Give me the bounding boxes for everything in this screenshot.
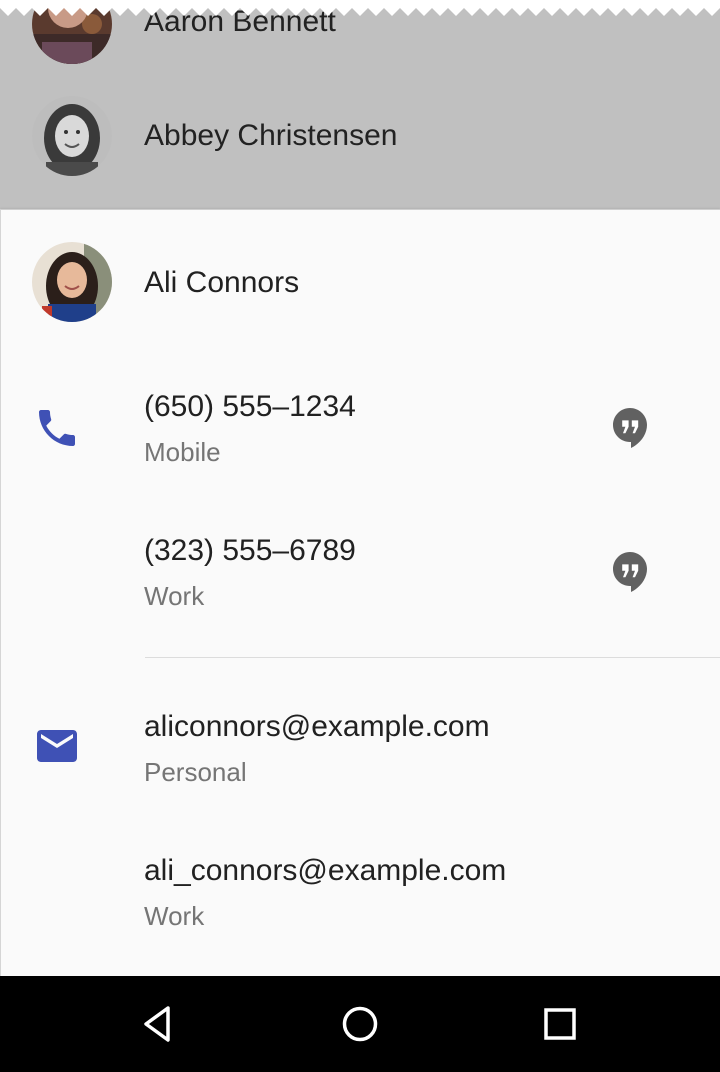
contact-list-background: Aaron Bennett Abbey Christensen bbox=[0, 0, 720, 210]
email-row[interactable]: aliconnors@example.com Personal bbox=[1, 674, 720, 818]
hangouts-icon[interactable] bbox=[607, 404, 655, 452]
email-row[interactable]: ali_connors@example.com Work bbox=[1, 818, 720, 962]
phone-icon bbox=[39, 410, 75, 446]
list-item[interactable]: Abbey Christensen bbox=[0, 96, 720, 186]
phone-number: (650) 555–1234 bbox=[144, 390, 356, 423]
phone-type: Work bbox=[144, 581, 205, 611]
phone-type: Mobile bbox=[144, 437, 221, 467]
hangouts-icon[interactable] bbox=[607, 548, 655, 596]
home-icon[interactable] bbox=[336, 1000, 384, 1048]
divider bbox=[145, 657, 720, 658]
email-address: aliconnors@example.com bbox=[144, 710, 490, 743]
email-type: Personal bbox=[144, 757, 247, 787]
torn-edge bbox=[0, 0, 720, 16]
back-icon[interactable] bbox=[136, 1000, 184, 1048]
email-type: Work bbox=[144, 901, 205, 931]
contact-name: Ali Connors bbox=[144, 266, 300, 299]
contact-header: Ali Connors bbox=[1, 210, 720, 354]
recents-icon[interactable] bbox=[536, 1000, 584, 1048]
contact-name: Abbey Christensen bbox=[144, 119, 398, 152]
avatar bbox=[32, 242, 112, 322]
navigation-bar bbox=[0, 976, 720, 1072]
phone-row[interactable]: (323) 555–6789 Work bbox=[1, 498, 720, 642]
phone-number: (323) 555–6789 bbox=[144, 534, 356, 567]
phone-row[interactable]: (650) 555–1234 Mobile bbox=[1, 354, 720, 498]
contact-detail-sheet: Ali Connors (650) 555–1234 Mobile (323) … bbox=[0, 209, 720, 977]
email-icon bbox=[37, 730, 77, 762]
avatar bbox=[32, 96, 112, 176]
email-address: ali_connors@example.com bbox=[144, 854, 507, 887]
